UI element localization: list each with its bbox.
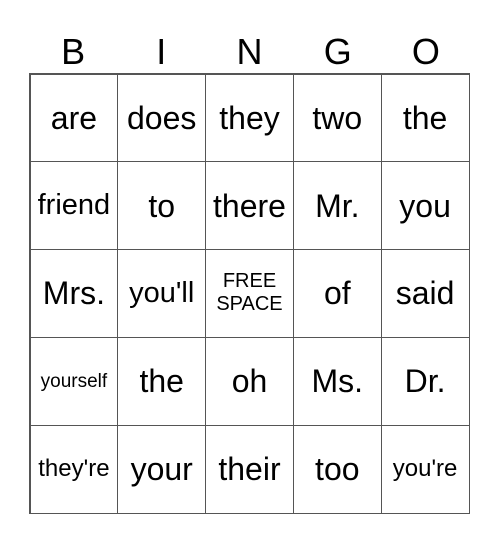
bingo-cell[interactable]: you're (380, 424, 470, 514)
bingo-cell[interactable]: there (205, 161, 294, 251)
bingo-grid: are does they two the friend to there Mr… (29, 73, 470, 514)
bingo-cell[interactable]: the (117, 336, 207, 426)
header-letter-n: N (236, 31, 263, 72)
bingo-cell[interactable]: are (29, 73, 119, 163)
bingo-cell[interactable]: your (117, 424, 207, 514)
bingo-cell[interactable]: friend (29, 161, 119, 251)
header-letter-i: I (156, 31, 167, 72)
bingo-cell[interactable]: their (205, 424, 294, 514)
bingo-cell[interactable]: Ms. (292, 336, 382, 426)
bingo-cell[interactable]: to (117, 161, 207, 251)
bingo-cell[interactable]: does (117, 73, 207, 163)
bingo-cell[interactable]: Dr. (380, 336, 470, 426)
bingo-cell[interactable]: too (292, 424, 382, 514)
bingo-cell[interactable]: oh (205, 336, 294, 426)
bingo-cell[interactable]: two (292, 73, 382, 163)
bingo-cell[interactable]: they (205, 73, 294, 163)
bingo-cell[interactable]: Mrs. (29, 249, 119, 338)
header-letter-g: G (323, 31, 352, 72)
bingo-cell[interactable]: the (380, 73, 470, 163)
header-letter-b: B (61, 31, 86, 72)
bingo-cell[interactable]: Mr. (292, 161, 382, 251)
bingo-header: B I N G O (29, 30, 470, 73)
bingo-cell[interactable]: of (292, 249, 382, 338)
free-space-cell[interactable]: FREE SPACE (205, 249, 294, 338)
bingo-cell[interactable]: yourself (29, 336, 119, 426)
header-letter-o: O (411, 31, 440, 72)
bingo-cell[interactable]: said (380, 249, 470, 338)
bingo-cell[interactable]: you (380, 161, 470, 251)
bingo-cell[interactable]: they're (29, 424, 119, 514)
bingo-cell[interactable]: you'll (117, 249, 207, 338)
